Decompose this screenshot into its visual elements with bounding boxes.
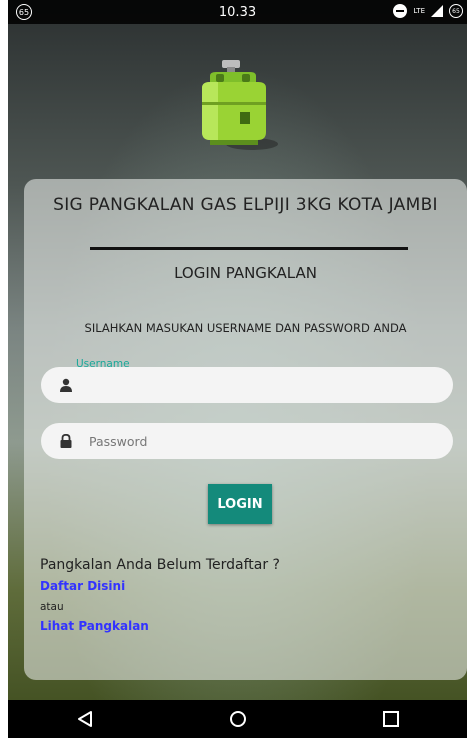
instruction-text: SILAHKAN MASUKAN USERNAME DAN PASSWORD A… <box>84 321 407 335</box>
register-link[interactable]: Daftar Disini <box>40 579 125 593</box>
navigation-bar <box>8 700 467 738</box>
notification-badge: 65 <box>16 4 32 20</box>
status-bar: 65 10.33 LTE 65 <box>8 0 467 24</box>
register-question: Pangkalan Anda Belum Terdaftar ? <box>40 557 280 573</box>
back-triangle-icon <box>77 711 92 727</box>
login-button[interactable]: LOGIN <box>208 484 272 524</box>
app-title: SIG PANGKALAN GAS ELPIJI 3KG KOTA JAMBI <box>53 195 438 215</box>
phone-screen: 65 10.33 LTE 65 SIG PANGKALAN GAS ELPIJI… <box>8 0 467 738</box>
recents-square-icon <box>382 711 399 727</box>
status-time: 10.33 <box>218 4 257 20</box>
username-field[interactable] <box>41 367 453 403</box>
password-field[interactable] <box>41 423 453 459</box>
title-divider <box>90 247 408 250</box>
do-not-disturb-icon <box>393 4 408 18</box>
user-icon <box>60 378 72 392</box>
signal-icon <box>431 5 443 17</box>
view-pangkalan-link[interactable]: Lihat Pangkalan <box>40 619 149 633</box>
login-card: SIG PANGKALAN GAS ELPIJI 3KG KOTA JAMBI … <box>24 179 467 680</box>
recents-button[interactable] <box>371 704 411 734</box>
back-button[interactable] <box>65 704 105 734</box>
username-input[interactable] <box>87 376 411 394</box>
battery-icon: 65 <box>449 4 463 18</box>
home-button[interactable] <box>218 704 258 734</box>
or-text: atau <box>40 601 64 613</box>
status-icons: LTE 65 <box>393 4 463 18</box>
login-heading: LOGIN PANGKALAN <box>174 264 317 282</box>
network-type: LTE <box>413 7 425 15</box>
lock-icon <box>60 434 72 448</box>
password-input[interactable] <box>87 432 411 450</box>
gas-cylinder-icon <box>202 60 278 150</box>
home-circle-icon <box>229 711 246 727</box>
